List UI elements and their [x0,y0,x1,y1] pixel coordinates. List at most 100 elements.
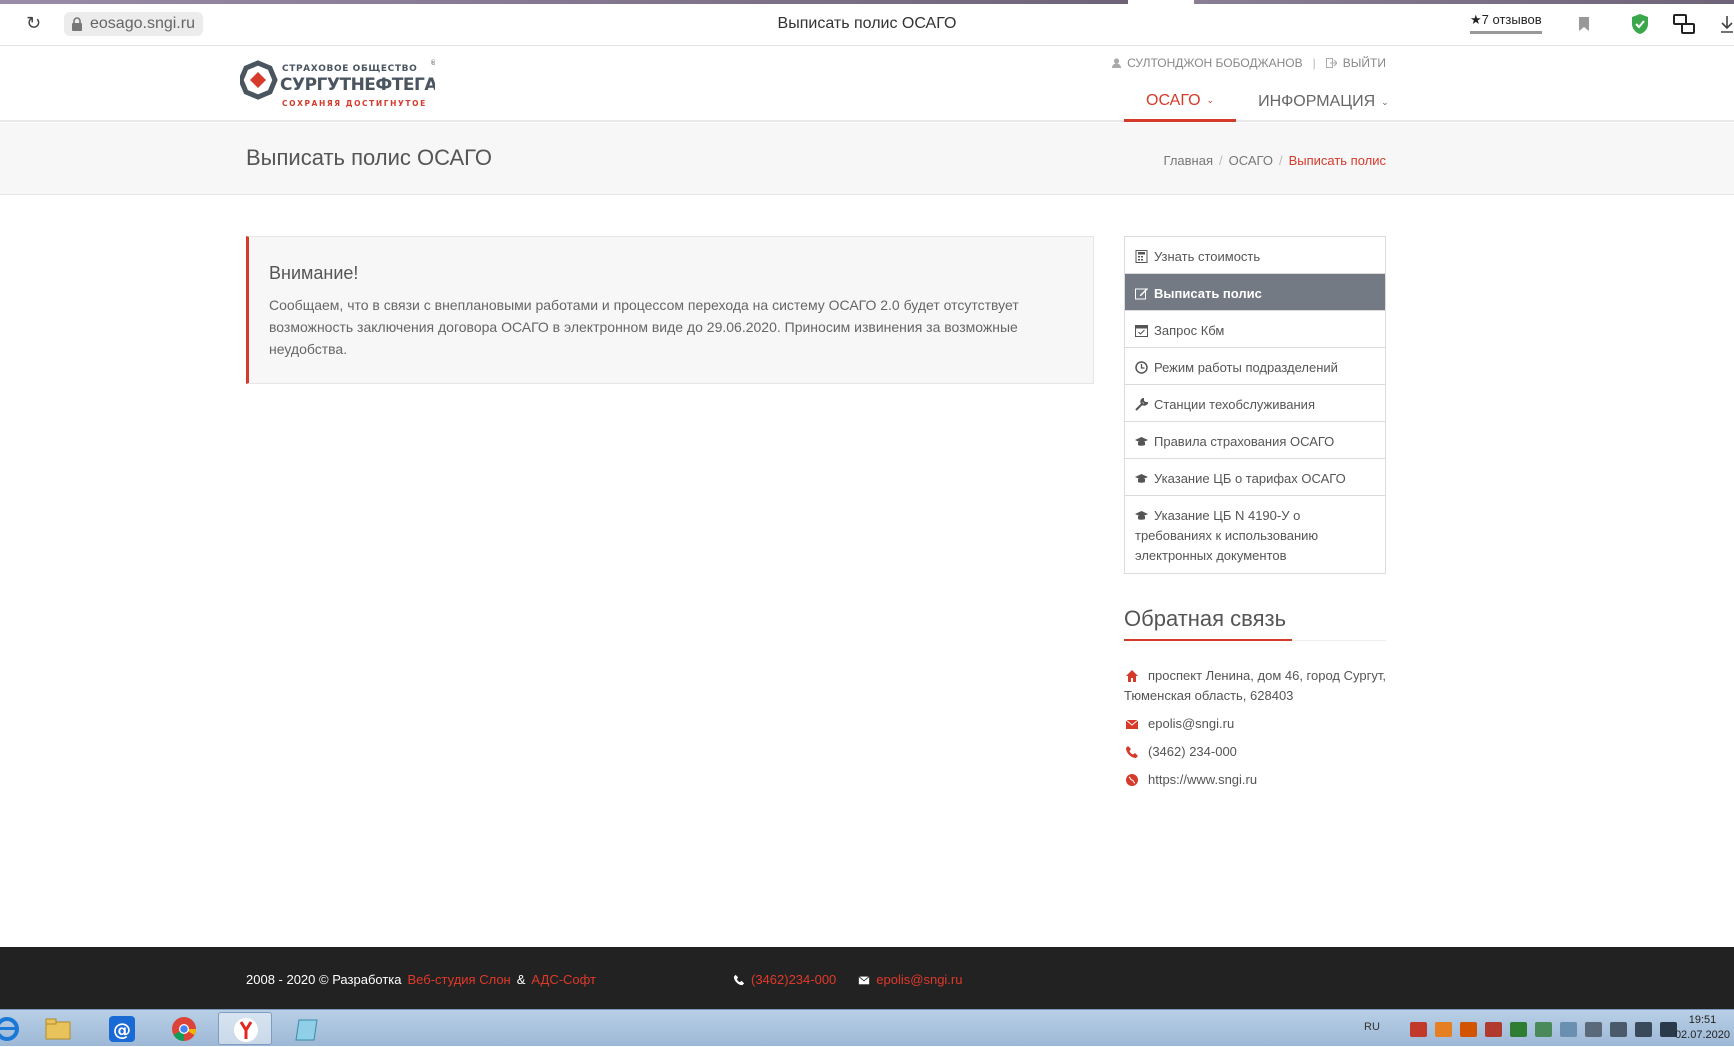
page-title: Выписать полис ОСАГО [246,145,492,170]
folder-icon [45,1018,71,1040]
taskbar-app-button[interactable] [280,1012,334,1045]
contact-list: проспект Ленина, дом 46, город Сургут, Т… [1124,666,1394,798]
email-link[interactable]: epolis@sngi.ru [1148,714,1234,734]
sidebar-item-label: Станции техобслуживания [1154,397,1315,412]
breadcrumb-home[interactable]: Главная [1164,153,1213,168]
language-indicator[interactable]: RU [1364,1021,1380,1033]
svg-text:®: ® [430,59,435,67]
tray-app-icon[interactable] [1435,1022,1452,1037]
clock-icon [1135,361,1148,374]
sidebar-item-label-line: электронных документов [1135,548,1287,563]
sidebar-item-label: Правила страхования ОСАГО [1154,434,1335,449]
address-line: Тюменская область, 628403 [1124,688,1294,703]
envelope-icon [858,975,870,984]
breadcrumb-osago[interactable]: ОСАГО [1229,153,1273,168]
taskbar-explorer-button[interactable] [31,1012,85,1045]
sidebar-item-label: Выписать полис [1154,286,1262,301]
yandex-browser-icon [234,1018,258,1042]
sidebar-item-service-stations[interactable]: Станции техобслуживания [1125,385,1385,422]
site-header: СТРАХОВОЕ ОБЩЕСТВО СУРГУТНЕФТЕГАЗ ® СОХР… [0,46,1734,122]
studio-link[interactable]: Веб-студия Слон [408,972,511,987]
sidebar-item-label-line: Указание ЦБ N 4190-У о [1154,508,1301,523]
website-link[interactable]: https://www.sngi.ru [1148,770,1257,790]
sidebar-item-label: Узнать стоимость [1154,249,1261,264]
main-nav: ОСАГО ⌄ ИНФОРМАЦИЯ ⌄ [1124,82,1411,122]
company-logo[interactable]: СТРАХОВОЕ ОБЩЕСТВО СУРГУТНЕФТЕГАЗ ® СОХР… [240,56,435,112]
alert-line: Сообщаем, что в связи с внеплановыми раб… [269,297,1019,313]
taskbar-chrome-button[interactable] [157,1012,211,1045]
tab-strip [0,0,1128,4]
phone-link[interactable]: (3462) 234-000 [1148,742,1237,762]
tray-app-icon[interactable] [1485,1022,1502,1037]
sidebar-item-label: Указание ЦБ о тарифах ОСАГО [1154,471,1346,486]
nav-information[interactable]: ИНФОРМАЦИЯ ⌄ [1236,82,1411,122]
sidebar-menu: Узнать стоимость Выписать полис Запрос К… [1124,236,1386,574]
graduation-cap-icon [1135,511,1148,520]
chrome-icon [172,1017,196,1041]
system-clock[interactable]: 19:51 02.07.2020 [1675,1013,1730,1043]
tray-app-icon[interactable] [1560,1022,1577,1037]
shield-check-icon[interactable] [1630,13,1650,35]
address-bar[interactable]: eosago.sngi.ru [64,12,203,36]
bookmark-icon[interactable] [1578,16,1590,32]
logout-link[interactable]: ВЫЙТИ [1343,56,1386,70]
logout-icon [1325,58,1337,68]
sidebar-item-label-line: требованиях к использованию [1135,528,1319,543]
contact-phone[interactable]: (3462) 234-000 [1124,742,1394,762]
phone-icon [733,974,745,985]
tray-app-icon[interactable] [1460,1022,1477,1037]
nav-osago-label: ОСАГО [1146,91,1201,109]
home-icon [1126,670,1138,682]
volume-icon[interactable] [1610,1022,1627,1037]
sidebar-item-cb-4190[interactable]: Указание ЦБ N 4190-У о требованиях к исп… [1125,496,1385,573]
mail-app-icon: @ [109,1016,135,1042]
alert-line: возможность заключения договора ОСАГО в … [269,319,1018,335]
tray-app-icon[interactable] [1510,1022,1527,1037]
contact-email[interactable]: epolis@sngi.ru [1124,714,1394,734]
svg-text:@: @ [113,1020,131,1041]
separator: | [1312,56,1316,70]
url-text: eosago.sngi.ru [90,15,195,32]
divider-accent [1124,639,1292,641]
user-name[interactable]: СУЛТОНДЖОН БОБОДЖАНОВ [1127,56,1303,70]
extension-icon[interactable] [1672,13,1696,35]
sidebar-item-calculate-cost[interactable]: Узнать стоимость [1125,237,1385,274]
sidebar-item-label: Режим работы подразделений [1154,360,1338,375]
tray-app-icon[interactable] [1535,1022,1552,1037]
sidebar-item-office-hours[interactable]: Режим работы подразделений [1125,348,1385,385]
footer-email-link[interactable]: epolis@sngi.ru [876,972,962,987]
footer-contacts: (3462)234-000 epolis@sngi.ru [733,972,962,987]
sidebar-item-issue-policy[interactable]: Выписать полис [1125,274,1385,311]
ampersand: & [516,972,526,987]
notice-alert: Внимание! Сообщаем, что в связи с внепла… [246,236,1094,384]
breadcrumb-separator: / [1278,153,1283,168]
reviews-button[interactable]: ★7 отзывов [1470,12,1542,34]
chevron-down-icon: ⌄ [1206,95,1215,105]
sidebar-item-label: Указание ЦБ N 4190-У о требованиях к исп… [1135,506,1318,566]
svg-text:СОХРАНЯЯ ДОСТИГНУТОЕ: СОХРАНЯЯ ДОСТИГНУТОЕ [282,99,427,108]
download-icon[interactable] [1720,14,1734,34]
phone-icon [1126,746,1138,758]
user-icon [1112,58,1122,68]
sidebar-item-cb-tariffs[interactable]: Указание ЦБ о тарифах ОСАГО [1125,459,1385,496]
sidebar-item-osago-rules[interactable]: Правила страхования ОСАГО [1125,422,1385,459]
tab-strip [1194,0,1734,4]
tray-app-icon[interactable] [1635,1022,1652,1037]
edit-icon [1135,288,1148,300]
taskbar-yandex-button[interactable] [218,1012,272,1045]
reload-icon[interactable]: ↻ [26,14,44,32]
taskbar-mail-button[interactable]: @ [95,1012,149,1045]
alert-title: Внимание! [269,263,359,283]
notepad-icon [295,1019,318,1041]
contact-website[interactable]: https://www.sngi.ru [1124,770,1394,790]
nav-osago[interactable]: ОСАГО ⌄ [1124,82,1237,122]
footer-phone-link[interactable]: (3462)234-000 [751,972,836,987]
contact-address: проспект Ленина, дом 46, город Сургут, Т… [1124,666,1394,706]
breadcrumb: Главная / ОСАГО / Выписать полис [1164,153,1386,168]
taskbar-ie-button[interactable] [0,1012,34,1045]
tray-app-icon[interactable] [1410,1022,1427,1037]
sidebar-item-label: Запрос Кбм [1154,323,1225,338]
partner-link[interactable]: АДС-Софт [531,972,596,987]
network-icon[interactable] [1585,1022,1602,1037]
sidebar-item-kbm-request[interactable]: Запрос Кбм [1125,311,1385,348]
